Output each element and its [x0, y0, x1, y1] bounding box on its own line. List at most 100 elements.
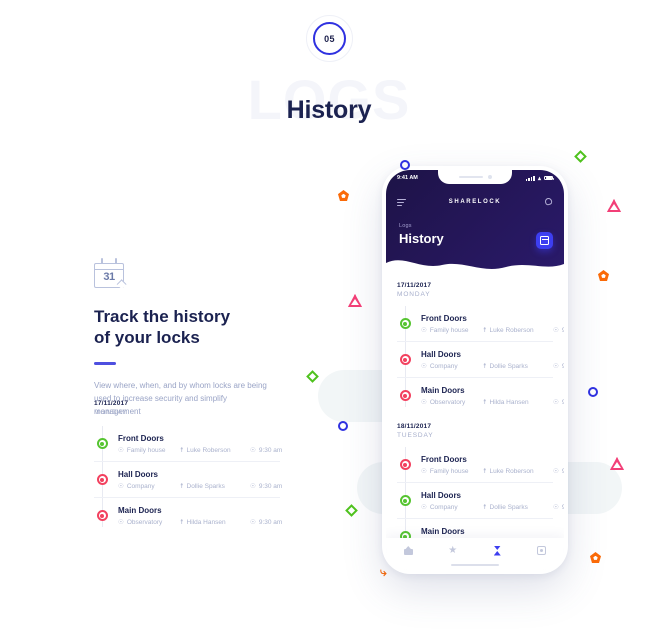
phone-mockup: 9:41 AM ▴ SHARELOCK Logs History 17/11/2…	[382, 166, 568, 574]
status-dot-red	[399, 390, 411, 401]
badge-ring: 05	[313, 22, 346, 55]
log-row-person: ☨ Luke Roberson	[483, 467, 553, 476]
gear-icon	[537, 546, 547, 555]
triangle-shape-pink-3	[610, 457, 624, 470]
log-row-place: ☉ Company	[118, 482, 180, 491]
log-group-date: 17/11/2017	[397, 282, 432, 289]
status-dot-red	[96, 474, 108, 485]
person-icon: ☨	[180, 447, 184, 454]
pentagon-shape-orange-3	[590, 552, 601, 563]
log-row-time: ☉9:30 am	[250, 518, 300, 527]
log-row-meta: ☉Company☨Dollie Sparks☉9:30 am	[118, 482, 300, 491]
log-row-place-text: Family house	[429, 326, 469, 334]
log-row-meta: ☉Family house☨Luke Roberson☉9:30 am	[118, 446, 300, 455]
log-rows: Front Doors ☉ Family house ☨ Luke Roberson ☉ 9…	[397, 306, 564, 413]
status-dot-green	[399, 318, 411, 329]
section-heading: Track the history of your locks	[94, 306, 280, 348]
log-row-meta: ☉Family house☨Luke Roberson☉9:30 am	[421, 326, 564, 335]
status-dot-green	[96, 438, 108, 449]
log-row-person: ☨ Luke Roberson	[483, 326, 553, 335]
location-icon: ☉	[421, 363, 427, 370]
log-row[interactable]: Hall Doors☉Company☨Dollie Sparks☉9:30 am	[397, 482, 564, 518]
home-indicator	[451, 564, 499, 566]
accent-divider	[94, 362, 116, 365]
log-row-name: Main Doors	[118, 506, 162, 515]
calendar-button[interactable]	[536, 232, 553, 249]
log-row-person: ☨ Dollie Sparks	[483, 503, 553, 512]
app-brand: SHARELOCK	[448, 199, 502, 205]
location-icon: ☉	[118, 447, 124, 454]
log-row[interactable]: Hall Doors☉Company☨Dollie Sparks☉9:30 am	[94, 461, 282, 497]
log-rows: Front Doors ☉ Family house ☨ Luke Roberson ☉ 9…	[94, 426, 282, 533]
log-group-day: MONDAY	[94, 409, 128, 416]
log-row[interactable]: Front Doors ☉ Family house ☨ Luke Roberson ☉ 9…	[94, 426, 282, 461]
signal-icon	[525, 175, 535, 181]
left-content: 31 Track the history of your locks View …	[94, 258, 280, 418]
log-row-place-text: Company	[429, 362, 458, 370]
page-title: History	[286, 96, 372, 124]
camera-icon	[487, 175, 492, 179]
calendar-icon: 31	[94, 258, 127, 290]
person-icon: ☨	[483, 399, 487, 406]
page-root: 05 LOGS History 31 Track the history of …	[0, 0, 658, 639]
log-row[interactable]: Main Doors☉Observatory☨Hilda Hansen☉9:30…	[94, 497, 282, 533]
person-icon: ☨	[180, 519, 184, 526]
phone-navbar: SHARELOCK	[386, 192, 564, 212]
phone-title-block: Logs History	[399, 223, 444, 246]
tab-favorites[interactable]: ★	[447, 545, 458, 556]
log-row-person: ☨ Luke Roberson	[180, 446, 250, 455]
log-row-name: Hall Doors	[118, 470, 159, 479]
person-icon: ☨	[180, 483, 184, 490]
location-icon: ☉	[421, 327, 427, 334]
header-wave	[386, 260, 564, 276]
clock-icon: ☉	[553, 468, 559, 475]
log-row-time-text: 9:30 am	[561, 398, 564, 406]
phone-log-list[interactable]: 17/11/2017 MONDAY Front Doors ☉ Family house…	[386, 275, 564, 548]
log-row-time-text: 9:30 am	[258, 482, 283, 490]
menu-icon[interactable]	[397, 198, 406, 206]
person-icon: ☨	[483, 327, 487, 334]
circle-shape-blue-1	[338, 421, 348, 431]
log-row-name: Hall Doors	[421, 491, 462, 500]
log-row-person-text: Dollie Sparks	[489, 503, 528, 511]
battery-icon	[544, 175, 554, 181]
log-row-time: ☉9:30 am	[553, 467, 564, 476]
clock-icon: ☉	[250, 447, 256, 454]
log-row-time-text: 9:30 am	[561, 362, 564, 370]
left-log-list: 17/11/2017 MONDAY Front Doors ☉ Family hou…	[94, 400, 282, 533]
clock-icon: ☉	[553, 363, 559, 370]
section-heading-line2: of your locks	[94, 328, 200, 347]
status-time: 9:41 AM	[397, 175, 418, 181]
log-row-place-text: Observatory	[126, 518, 163, 526]
location-icon: ☉	[421, 468, 427, 475]
star-icon: ★	[448, 544, 458, 556]
log-row-place-text: Family house	[126, 446, 166, 454]
hourglass-icon	[494, 546, 501, 556]
pentagon-shape-orange-2	[598, 270, 609, 281]
square-shape-green-3	[345, 504, 358, 517]
bell-icon[interactable]	[544, 197, 553, 207]
square-shape-green-2	[306, 370, 319, 383]
log-row-person-text: Dollie Sparks	[489, 362, 528, 370]
log-row[interactable]: Front Doors ☉ Family house ☨ Luke Roberson ☉ 9…	[397, 306, 564, 341]
status-dot-green	[399, 495, 411, 506]
square-shape-green-1	[574, 150, 587, 163]
log-row-name: Front Doors	[118, 434, 164, 443]
tab-history[interactable]	[492, 545, 503, 556]
log-row-name: Main Doors	[421, 386, 465, 395]
log-row-time: ☉9:30 am	[250, 446, 300, 455]
tab-settings[interactable]	[536, 545, 547, 556]
person-icon: ☨	[483, 468, 487, 475]
log-row-place-text: Company	[429, 503, 458, 511]
log-row[interactable]: Front Doors ☉ Family house ☨ Luke Roberson ☉ 9…	[397, 447, 564, 482]
log-row-name: Front Doors	[421, 455, 467, 464]
log-row-time: ☉9:30 am	[553, 398, 564, 407]
log-row[interactable]: Hall Doors☉Company☨Dollie Sparks☉9:30 am	[397, 341, 564, 377]
log-row-name: Main Doors	[421, 527, 465, 536]
clock-icon: ☉	[553, 504, 559, 511]
log-row[interactable]: Main Doors☉Observatory☨Hilda Hansen☉9:30…	[397, 377, 564, 413]
log-row-meta: ☉Company☨Dollie Sparks☉9:30 am	[421, 362, 564, 371]
log-group-day: MONDAY	[397, 291, 431, 298]
status-dot-red	[399, 354, 411, 365]
tab-home[interactable]	[403, 545, 414, 556]
